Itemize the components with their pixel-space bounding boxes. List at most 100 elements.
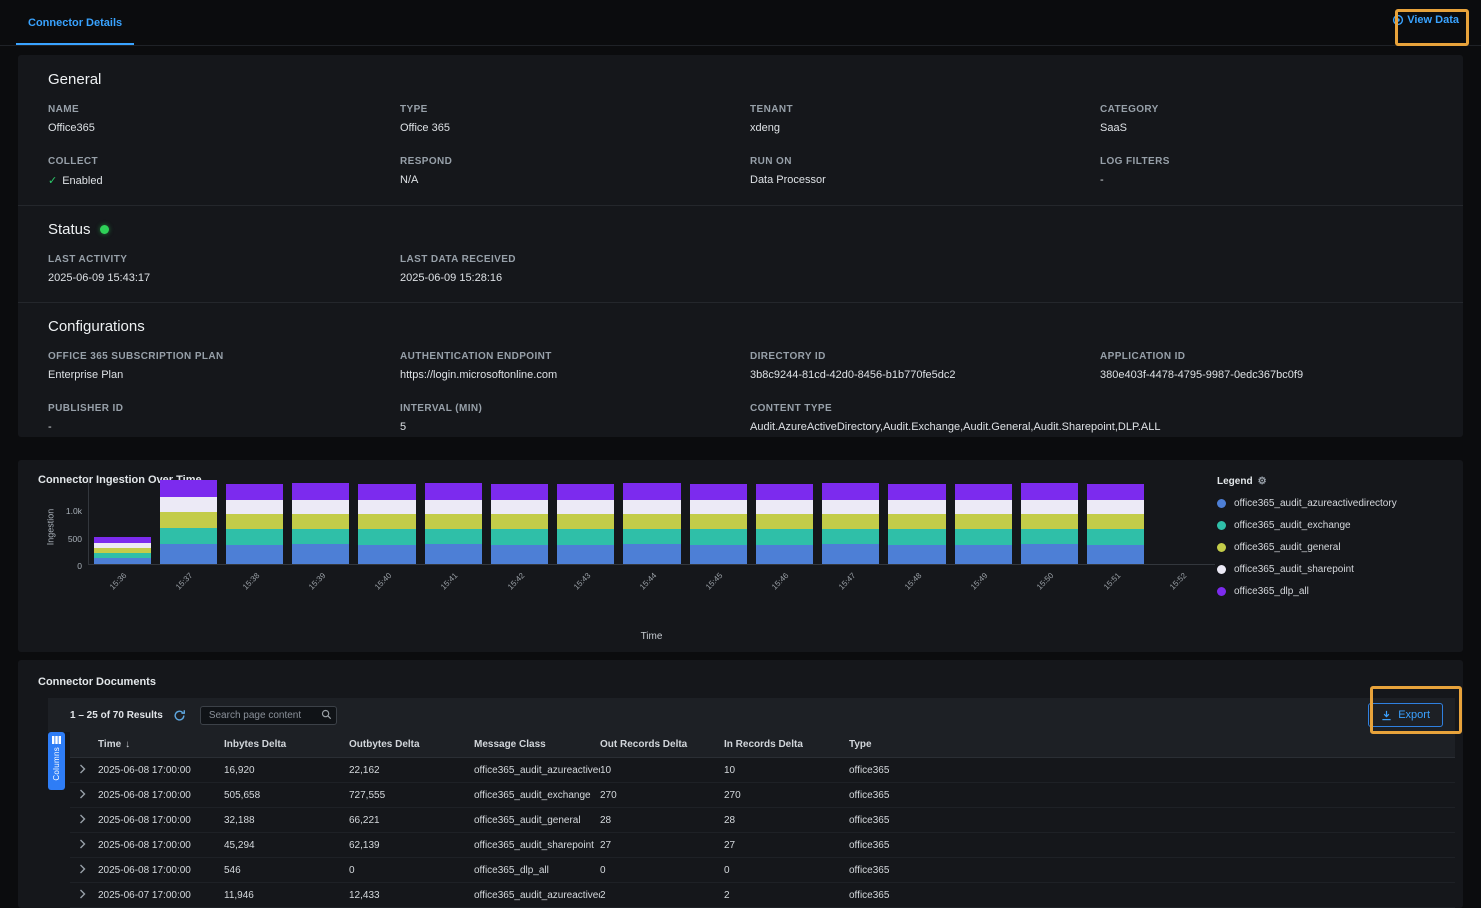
bar-segment-office365_audit_azureactivedirectory[interactable] (1021, 544, 1078, 564)
column-header[interactable]: Out Records Delta (600, 739, 724, 750)
bar-segment-office365_audit_general[interactable] (623, 514, 680, 529)
legend-item[interactable]: office365_audit_azureactivedirectory (1217, 498, 1443, 509)
bar-segment-office365_audit_sharepoint[interactable] (557, 500, 614, 514)
bar-segment-office365_audit_azureactivedirectory[interactable] (160, 544, 217, 564)
search-input[interactable] (200, 706, 337, 725)
bar-segment-office365_dlp_all[interactable] (358, 484, 415, 501)
bar-segment-office365_audit_exchange[interactable] (358, 529, 415, 544)
bar-segment-office365_audit_azureactivedirectory[interactable] (94, 558, 151, 564)
stacked-bar[interactable] (94, 537, 151, 564)
legend-settings-icon[interactable]: ⚙ (1258, 476, 1267, 487)
bar-segment-office365_audit_general[interactable] (292, 514, 349, 529)
bar-segment-office365_dlp_all[interactable] (557, 484, 614, 501)
table-row[interactable]: 2025-06-08 17:00:0045,29462,139office365… (70, 833, 1455, 858)
stacked-bar[interactable] (888, 484, 945, 564)
bar-segment-office365_audit_azureactivedirectory[interactable] (425, 544, 482, 564)
bar-segment-office365_audit_azureactivedirectory[interactable] (756, 545, 813, 565)
bar-segment-office365_audit_general[interactable] (226, 514, 283, 529)
stacked-bar[interactable] (160, 480, 217, 564)
column-header[interactable]: In Records Delta (724, 739, 849, 750)
bar-segment-office365_audit_sharepoint[interactable] (1087, 500, 1144, 514)
bar-segment-office365_audit_general[interactable] (690, 514, 747, 529)
bar-segment-office365_audit_azureactivedirectory[interactable] (358, 545, 415, 565)
row-expander[interactable] (70, 889, 98, 902)
bar-segment-office365_audit_exchange[interactable] (226, 529, 283, 544)
stacked-bar[interactable] (690, 484, 747, 564)
bar-segment-office365_audit_sharepoint[interactable] (955, 500, 1012, 514)
bar-segment-office365_dlp_all[interactable] (888, 484, 945, 501)
row-expander[interactable] (70, 764, 98, 777)
bar-segment-office365_audit_general[interactable] (425, 514, 482, 529)
bar-segment-office365_audit_sharepoint[interactable] (425, 500, 482, 514)
stacked-bar[interactable] (1021, 483, 1078, 564)
bar-segment-office365_dlp_all[interactable] (1087, 484, 1144, 501)
refresh-button[interactable] (173, 709, 186, 722)
table-row[interactable]: 2025-06-08 17:00:0032,18866,221office365… (70, 808, 1455, 833)
bar-segment-office365_audit_sharepoint[interactable] (358, 500, 415, 514)
bar-segment-office365_audit_azureactivedirectory[interactable] (888, 545, 945, 565)
stacked-bar[interactable] (358, 484, 415, 564)
bar-segment-office365_dlp_all[interactable] (160, 480, 217, 498)
bar-segment-office365_audit_exchange[interactable] (1087, 529, 1144, 544)
stacked-bar[interactable] (1087, 484, 1144, 564)
bar-segment-office365_audit_azureactivedirectory[interactable] (1087, 545, 1144, 565)
bar-segment-office365_audit_exchange[interactable] (292, 529, 349, 544)
bar-segment-office365_audit_azureactivedirectory[interactable] (491, 545, 548, 565)
bar-segment-office365_dlp_all[interactable] (756, 484, 813, 501)
bar-segment-office365_audit_sharepoint[interactable] (756, 500, 813, 514)
bar-segment-office365_audit_sharepoint[interactable] (292, 500, 349, 514)
bar-segment-office365_audit_general[interactable] (1021, 514, 1078, 529)
table-row[interactable]: 2025-06-08 17:00:005460office365_dlp_all… (70, 858, 1455, 883)
bar-segment-office365_audit_azureactivedirectory[interactable] (292, 544, 349, 564)
bar-segment-office365_audit_azureactivedirectory[interactable] (623, 544, 680, 564)
row-expander[interactable] (70, 789, 98, 802)
stacked-bar[interactable] (955, 484, 1012, 564)
bar-segment-office365_audit_exchange[interactable] (1021, 529, 1078, 544)
export-button[interactable]: Export (1368, 703, 1443, 727)
bar-segment-office365_dlp_all[interactable] (226, 484, 283, 501)
bar-segment-office365_audit_exchange[interactable] (425, 529, 482, 544)
bar-segment-office365_audit_general[interactable] (822, 514, 879, 529)
bar-segment-office365_dlp_all[interactable] (491, 484, 548, 501)
stacked-bar[interactable] (226, 484, 283, 564)
bar-segment-office365_dlp_all[interactable] (822, 483, 879, 500)
bar-segment-office365_audit_exchange[interactable] (888, 529, 945, 544)
bar-segment-office365_audit_sharepoint[interactable] (623, 500, 680, 514)
stacked-bar[interactable] (491, 484, 548, 564)
bar-segment-office365_audit_exchange[interactable] (557, 529, 614, 544)
row-expander[interactable] (70, 839, 98, 852)
bar-segment-office365_audit_sharepoint[interactable] (822, 500, 879, 514)
bar-segment-office365_audit_sharepoint[interactable] (226, 500, 283, 514)
bar-segment-office365_audit_exchange[interactable] (623, 529, 680, 544)
bar-segment-office365_dlp_all[interactable] (690, 484, 747, 501)
columns-button[interactable]: Columns (48, 732, 65, 790)
bar-segment-office365_dlp_all[interactable] (292, 483, 349, 500)
bar-segment-office365_dlp_all[interactable] (955, 484, 1012, 501)
bar-segment-office365_audit_sharepoint[interactable] (491, 500, 548, 514)
column-header[interactable]: Message Class (474, 739, 600, 750)
bar-segment-office365_audit_general[interactable] (888, 514, 945, 529)
stacked-bar[interactable] (557, 484, 614, 564)
stacked-bar[interactable] (756, 484, 813, 564)
bar-segment-office365_dlp_all[interactable] (623, 483, 680, 500)
bar-segment-office365_audit_azureactivedirectory[interactable] (690, 545, 747, 565)
bar-segment-office365_audit_general[interactable] (160, 512, 217, 528)
bar-segment-office365_audit_azureactivedirectory[interactable] (226, 545, 283, 565)
bar-segment-office365_audit_azureactivedirectory[interactable] (557, 545, 614, 565)
bar-segment-office365_audit_general[interactable] (491, 514, 548, 529)
bar-segment-office365_audit_general[interactable] (358, 514, 415, 529)
legend-item[interactable]: office365_audit_sharepoint (1217, 564, 1443, 575)
bar-segment-office365_audit_exchange[interactable] (756, 529, 813, 544)
bar-segment-office365_audit_sharepoint[interactable] (690, 500, 747, 514)
bar-segment-office365_audit_general[interactable] (955, 514, 1012, 529)
bar-segment-office365_audit_exchange[interactable] (955, 529, 1012, 544)
row-expander[interactable] (70, 814, 98, 827)
tab-connector-details[interactable]: Connector Details (16, 0, 134, 45)
bar-segment-office365_audit_sharepoint[interactable] (1021, 500, 1078, 514)
bar-segment-office365_audit_exchange[interactable] (822, 529, 879, 544)
view-data-button[interactable]: View Data (1392, 14, 1459, 26)
bar-segment-office365_audit_sharepoint[interactable] (160, 497, 217, 512)
legend-item[interactable]: office365_audit_exchange (1217, 520, 1443, 531)
sort-desc-icon[interactable]: ↓ (125, 739, 130, 750)
stacked-bar[interactable] (425, 483, 482, 564)
